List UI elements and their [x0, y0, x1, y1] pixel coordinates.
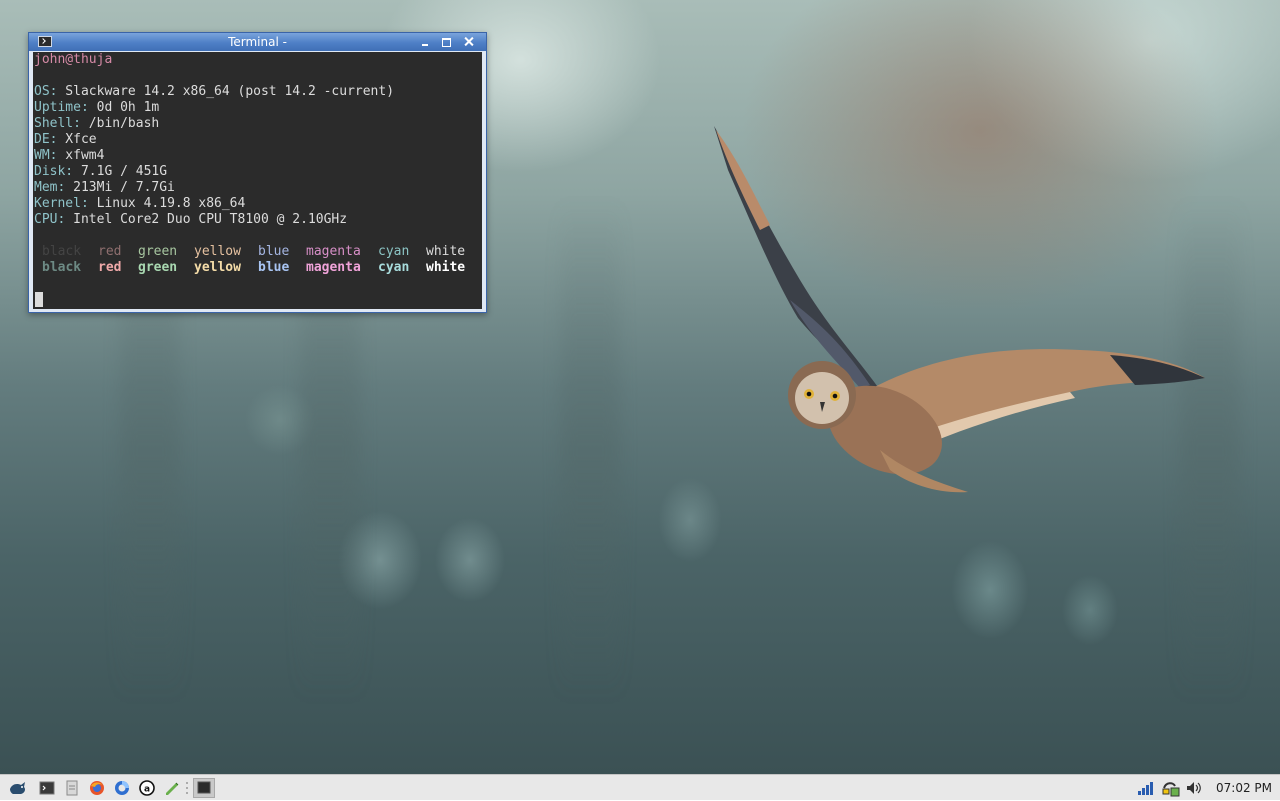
color-swatch-bold-white: white: [426, 260, 466, 275]
color-swatch-yellow: yellow: [194, 244, 241, 259]
info-key-disk: Disk:: [34, 164, 74, 179]
info-key-shell: Shell:: [34, 116, 81, 131]
notes-icon[interactable]: [163, 779, 181, 797]
color-swatch-bold-red: red: [98, 260, 122, 275]
color-swatch-green: green: [138, 244, 178, 259]
info-value-mem: 213Mi / 7.7Gi: [65, 180, 175, 195]
window-titlebar[interactable]: Terminal -: [29, 33, 486, 51]
color-swatch-bold-yellow: yellow: [194, 260, 241, 275]
info-value-kernel: Linux 4.19.8 x86_64: [88, 196, 246, 211]
info-value-uptime: 0d 0h 1m: [88, 100, 160, 115]
info-value-cpu: Intel Core2 Duo CPU T8100 @ 2.10GHz: [65, 212, 348, 227]
info-key-cpu: CPU:: [34, 212, 66, 227]
file-manager-icon[interactable]: [63, 779, 81, 797]
maximize-button[interactable]: [438, 35, 456, 49]
info-key-os: OS:: [34, 84, 58, 99]
clock[interactable]: 07:02 PM: [1216, 780, 1272, 796]
info-key-mem: Mem:: [34, 180, 66, 195]
info-value-disk: 7.1G / 451G: [73, 164, 168, 179]
info-value-os: Slackware 14.2 x86_64 (post 14.2 -curren…: [57, 84, 395, 99]
volume-icon[interactable]: [1185, 779, 1203, 797]
color-swatch-bold-blue: blue: [258, 260, 290, 275]
info-key-wm: WM:: [34, 148, 58, 163]
terminal-cursor: [35, 292, 43, 307]
info-value-de: Xfce: [57, 132, 97, 147]
color-palette-normal: black red green yellow blue magenta cyan…: [34, 244, 474, 260]
terminal-user-host: john@thuja: [34, 52, 113, 67]
firefox-icon[interactable]: [88, 779, 106, 797]
svg-text:a: a: [144, 785, 150, 795]
info-value-shell: /bin/bash: [80, 116, 160, 131]
taskbar-window-terminal[interactable]: [193, 778, 215, 798]
text-editor-icon[interactable]: a: [138, 779, 156, 797]
minimize-button[interactable]: [416, 35, 434, 49]
color-swatch-cyan: cyan: [378, 244, 410, 259]
color-swatch-magenta: magenta: [306, 244, 361, 259]
color-swatch-bold-cyan: cyan: [378, 260, 410, 275]
desktop-wallpaper: Terminal - john@thuja OS: Slackware 14.2…: [0, 0, 1280, 774]
color-swatch-bold-black: black: [42, 260, 82, 275]
info-key-uptime: Uptime:: [34, 100, 89, 115]
info-value-wm: xfwm4: [57, 148, 105, 163]
close-button[interactable]: [460, 35, 478, 49]
network-signal-icon[interactable]: [1136, 779, 1154, 797]
color-swatch-black: black: [42, 244, 82, 259]
color-swatch-white: white: [426, 244, 466, 259]
terminal-icon[interactable]: [38, 779, 56, 797]
power-plug-icon[interactable]: [1161, 779, 1180, 797]
color-swatch-bold-magenta: magenta: [306, 260, 361, 275]
browser-icon[interactable]: [113, 779, 131, 797]
info-key-de: DE:: [34, 132, 58, 147]
app-menu-icon[interactable]: [8, 779, 26, 797]
terminal-output[interactable]: john@thuja OS: Slackware 14.2 x86_64 (po…: [33, 52, 482, 309]
color-swatch-bold-green: green: [138, 260, 178, 275]
info-key-kernel: Kernel:: [34, 196, 89, 211]
taskbar: a 07:02 PM: [0, 774, 1280, 800]
color-swatch-blue: blue: [258, 244, 290, 259]
terminal-window[interactable]: Terminal - john@thuja OS: Slackware 14.2…: [28, 32, 487, 313]
separator-handle: [185, 779, 189, 797]
color-swatch-red: red: [98, 244, 122, 259]
color-palette-bold: black red green yellow blue magenta cyan…: [34, 260, 474, 276]
